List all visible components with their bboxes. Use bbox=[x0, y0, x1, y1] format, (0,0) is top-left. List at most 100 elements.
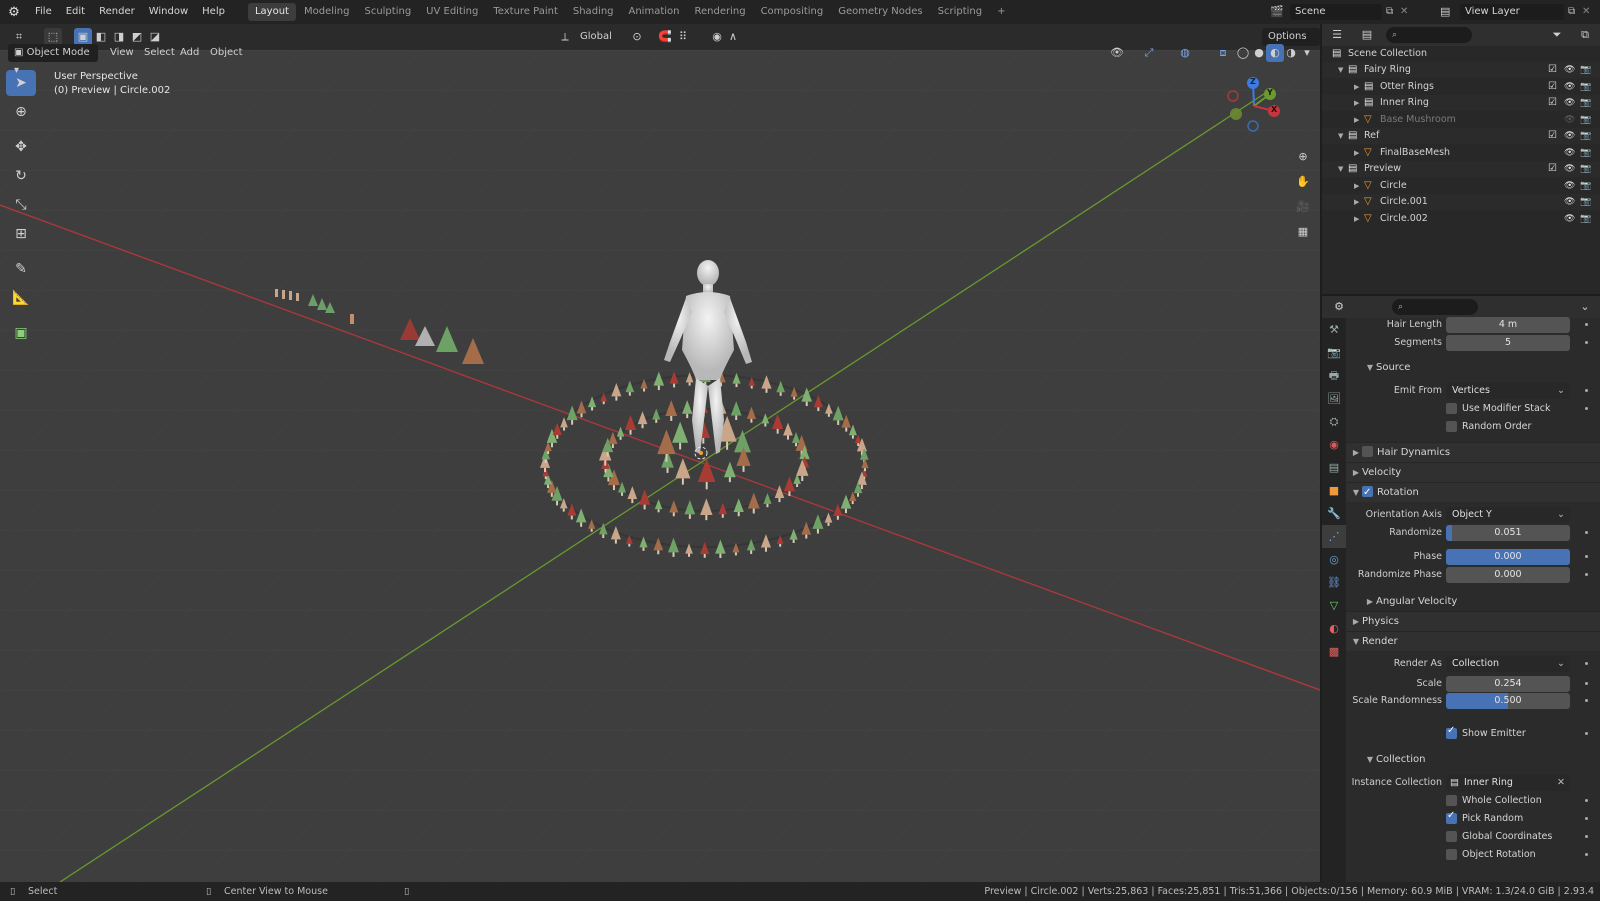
render-camera-icon[interactable]: 📷 bbox=[1580, 128, 1591, 144]
visibility-eye-icon[interactable]: 👁 bbox=[1564, 178, 1575, 194]
new-collection-icon[interactable]: ⧉ bbox=[1576, 26, 1594, 44]
keyframe-dot[interactable] bbox=[1585, 817, 1588, 820]
mode-dropdown[interactable]: ▣ Object Mode ▾ bbox=[8, 44, 98, 76]
outliner-row[interactable]: ▼ ▤ Preview ☑ 👁 📷 bbox=[1322, 161, 1600, 177]
material-tab-icon[interactable]: ◐ bbox=[1322, 617, 1346, 640]
render-camera-icon[interactable]: 📷 bbox=[1580, 194, 1591, 210]
visibility-eye-icon[interactable]: 👁 bbox=[1564, 95, 1575, 111]
menu-add[interactable]: Add bbox=[174, 44, 205, 62]
keyframe-dot[interactable] bbox=[1585, 835, 1588, 838]
properties-editor-icon[interactable]: ⚙ bbox=[1330, 298, 1348, 316]
keyframe-dot[interactable] bbox=[1585, 555, 1588, 558]
render-camera-icon[interactable]: 📷 bbox=[1580, 211, 1591, 227]
keyframe-dot[interactable] bbox=[1585, 799, 1588, 802]
menu-edit[interactable]: Edit bbox=[59, 0, 92, 24]
workspace-tab-rendering[interactable]: Rendering bbox=[687, 3, 752, 21]
zoom-icon[interactable]: ⊕ bbox=[1292, 146, 1314, 168]
properties-options-icon[interactable]: ⌄ bbox=[1576, 298, 1594, 316]
workspace-tab-layout[interactable]: Layout bbox=[247, 3, 296, 21]
randomize-slider[interactable]: 0.051 bbox=[1446, 525, 1570, 541]
collapsed-triangle-icon[interactable]: ▶ bbox=[1354, 178, 1359, 194]
workspace-tab-compositing[interactable]: Compositing bbox=[754, 3, 831, 21]
camera-view-icon[interactable]: 🎥 bbox=[1292, 196, 1314, 218]
render-tab-icon[interactable]: 📷 bbox=[1322, 341, 1346, 364]
outliner-row[interactable]: ▼ ▤ Ref ☑ 👁 📷 bbox=[1322, 128, 1600, 144]
expand-triangle-icon[interactable]: ▼ bbox=[1338, 161, 1343, 177]
menu-render[interactable]: Render bbox=[92, 0, 142, 24]
scene-tab-icon[interactable]: ⛭ bbox=[1322, 410, 1346, 433]
keyframe-dot[interactable] bbox=[1585, 699, 1588, 702]
keyframe-dot[interactable] bbox=[1585, 682, 1588, 685]
view-layer-tab-icon[interactable]: 🖼 bbox=[1322, 387, 1346, 410]
visibility-eye-icon[interactable]: 👁 bbox=[1564, 145, 1575, 161]
add-cube-tool-icon[interactable]: ▣ bbox=[6, 320, 36, 346]
menu-window[interactable]: Window bbox=[142, 0, 195, 24]
data-tab-icon[interactable]: ▽ bbox=[1322, 594, 1346, 617]
outliner-row[interactable]: ▼ ▤ Fairy Ring ☑ 👁 📷 bbox=[1322, 62, 1600, 78]
select-tool-icon[interactable]: ➤ bbox=[6, 70, 36, 96]
collapsed-triangle-icon[interactable]: ▶ bbox=[1354, 145, 1359, 161]
keyframe-dot[interactable] bbox=[1585, 853, 1588, 856]
measure-tool-icon[interactable]: 📐 bbox=[6, 285, 36, 311]
object-tab-icon[interactable]: ■ bbox=[1322, 479, 1346, 502]
menu-file[interactable]: File bbox=[28, 0, 59, 24]
scene-name-field[interactable]: Scene bbox=[1290, 4, 1382, 20]
render-camera-icon[interactable]: 📷 bbox=[1580, 161, 1591, 177]
keyframe-dot[interactable] bbox=[1585, 662, 1588, 665]
keyframe-dot[interactable] bbox=[1585, 389, 1588, 392]
outliner-search-input[interactable]: ⌕ bbox=[1386, 27, 1472, 43]
view-layer-name-field[interactable]: View Layer bbox=[1460, 4, 1564, 20]
keyframe-dot[interactable] bbox=[1585, 407, 1588, 410]
transform-tool-icon[interactable]: ⊞ bbox=[6, 221, 36, 247]
texture-tab-icon[interactable]: ▩ bbox=[1322, 640, 1346, 663]
outliner-row[interactable]: ▶ ▤ Inner Ring ☑ 👁 📷 bbox=[1322, 95, 1600, 111]
rotate-tool-icon[interactable]: ↻ bbox=[6, 163, 36, 189]
outliner-row[interactable]: ▶ ▽ Circle.001 👁 📷 bbox=[1322, 194, 1600, 210]
visibility-selectability-icon[interactable]: 👁 bbox=[1108, 44, 1126, 62]
navigation-gizmo[interactable]: Z Y X bbox=[1222, 74, 1286, 138]
render-camera-icon[interactable]: 📷 bbox=[1580, 145, 1591, 161]
outliner-row[interactable]: ▶ ▤ Otter Rings ☑ 👁 📷 bbox=[1322, 79, 1600, 95]
use-modifier-stack-checkbox[interactable] bbox=[1446, 403, 1457, 414]
render-camera-icon[interactable]: 📷 bbox=[1580, 79, 1591, 95]
hair-dynamics-checkbox[interactable] bbox=[1362, 446, 1373, 457]
keyframe-dot[interactable] bbox=[1585, 732, 1588, 735]
menu-help[interactable]: Help bbox=[195, 0, 232, 24]
collapsed-triangle-icon[interactable]: ▶ bbox=[1354, 79, 1359, 95]
render-camera-icon[interactable]: 📷 bbox=[1580, 178, 1591, 194]
render-camera-icon[interactable]: 📷 bbox=[1580, 112, 1591, 128]
outliner-row[interactable]: ▤ Scene Collection bbox=[1322, 46, 1600, 62]
angular-velocity-subpanel-header[interactable]: ▶ Angular Velocity bbox=[1346, 592, 1600, 612]
workspace-tab-shading[interactable]: Shading bbox=[566, 3, 621, 21]
object-rotation-checkbox[interactable] bbox=[1446, 849, 1457, 860]
world-tab-icon[interactable]: ◉ bbox=[1322, 433, 1346, 456]
menu-view[interactable]: View bbox=[104, 44, 140, 62]
clear-icon[interactable]: ✕ bbox=[1557, 775, 1565, 791]
expand-triangle-icon[interactable]: ▼ bbox=[1338, 62, 1343, 78]
output-tab-icon[interactable]: 🖶 bbox=[1322, 364, 1346, 387]
expand-triangle-icon[interactable]: ▼ bbox=[1338, 128, 1343, 144]
workspace-tab-sculpting[interactable]: Sculpting bbox=[357, 3, 418, 21]
view-layer-selector[interactable]: ▤ View Layer ⧉ ✕ bbox=[1440, 4, 1596, 20]
add-workspace-button[interactable]: + bbox=[990, 3, 1012, 21]
exclude-checkbox[interactable]: ☑ bbox=[1548, 62, 1557, 78]
xray-toggle-icon[interactable]: ⧈ bbox=[1214, 44, 1232, 62]
filter-icon[interactable]: ⏷ bbox=[1548, 26, 1566, 44]
new-scene-icon[interactable]: ⧉ bbox=[1386, 4, 1393, 20]
instance-collection-field[interactable]: ▤ Inner Ring ✕ bbox=[1446, 775, 1570, 791]
exclude-checkbox[interactable]: ☑ bbox=[1548, 95, 1557, 111]
collapsed-triangle-icon[interactable]: ▶ bbox=[1354, 95, 1359, 111]
pick-random-checkbox[interactable] bbox=[1446, 810, 1457, 824]
display-mode-icon[interactable]: ▤ bbox=[1358, 26, 1376, 44]
move-tool-icon[interactable]: ✥ bbox=[6, 134, 36, 160]
hair-length-field[interactable]: 4 m bbox=[1446, 317, 1570, 333]
scale-field[interactable]: 0.254 bbox=[1446, 676, 1570, 692]
keyframe-dot[interactable] bbox=[1585, 531, 1588, 534]
cursor-tool-icon[interactable]: ⊕ bbox=[6, 99, 36, 125]
scene-selector[interactable]: 🎬 Scene ⧉ ✕ bbox=[1270, 4, 1410, 20]
randomize-phase-slider[interactable]: 0.000 bbox=[1446, 567, 1570, 583]
show-emitter-checkbox[interactable] bbox=[1446, 725, 1457, 739]
collapsed-triangle-icon[interactable]: ▶ bbox=[1354, 194, 1359, 210]
outliner-row[interactable]: ▶ ▽ Base Mushroom 👁 📷 bbox=[1322, 112, 1600, 128]
keyframe-dot[interactable] bbox=[1585, 573, 1588, 576]
